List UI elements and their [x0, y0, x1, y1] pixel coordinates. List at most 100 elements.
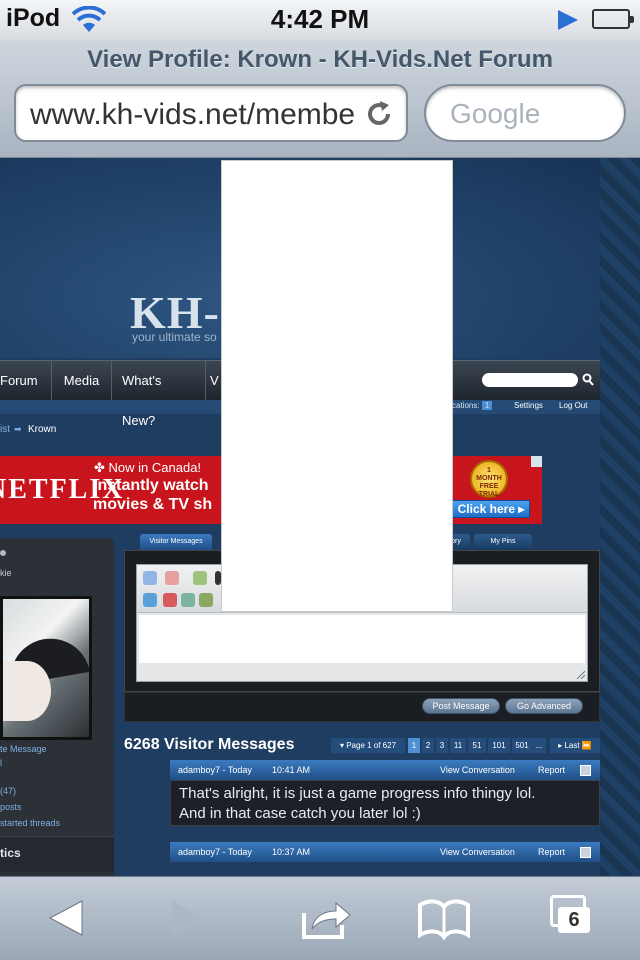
reload-icon[interactable] — [364, 99, 394, 129]
nav-whats-new[interactable]: What's New? — [112, 361, 206, 428]
online-status-icon — [0, 550, 6, 556]
image-icon[interactable] — [181, 593, 195, 607]
send-message-link[interactable]: te Message — [0, 744, 47, 754]
bookmarks-icon[interactable] — [416, 893, 472, 943]
ad-canada-text: ✤ Now in Canada! — [94, 460, 201, 476]
pager-page[interactable]: 101 — [488, 738, 510, 753]
statistics-header[interactable]: tics — [0, 836, 114, 872]
tab-my-pins[interactable]: My Pins — [474, 534, 532, 550]
maple-leaf-icon: ✤ — [94, 460, 105, 475]
ad-cta-label: Click here — [457, 502, 515, 516]
message-textarea[interactable] — [139, 615, 585, 663]
breadcrumb-current: Krown — [28, 424, 57, 435]
locations-badge: 1 — [481, 401, 493, 410]
post-count-link[interactable]: (47) — [0, 786, 16, 796]
find-threads-link[interactable]: started threads — [0, 818, 60, 828]
visitor-messages-title: 6268 Visitor Messages — [124, 736, 295, 753]
search-field[interactable]: Google — [424, 84, 626, 142]
clock: 4:42 PM — [270, 4, 370, 34]
font-size-icon[interactable] — [165, 571, 179, 585]
report-link[interactable]: Report — [538, 760, 565, 780]
pager-last-label: Last — [564, 741, 580, 750]
go-advanced-button[interactable]: Go Advanced — [505, 698, 583, 714]
logout-link[interactable]: Log Out — [559, 401, 587, 410]
background-pattern — [600, 158, 640, 876]
message-checkbox[interactable] — [580, 765, 591, 776]
message-header: adamboy7 - Today 10:37 AM View Conversat… — [170, 842, 600, 862]
battery-icon — [592, 9, 634, 29]
trial-line: FREE — [479, 483, 499, 490]
post-message-button[interactable]: Post Message — [422, 698, 500, 714]
pager-page[interactable]: 51 — [468, 738, 486, 753]
tabs-button[interactable]: 6 — [548, 893, 604, 943]
nav-media[interactable]: Media — [52, 361, 112, 401]
free-trial-badge: 1 MONTH FREE TRIAL — [470, 460, 508, 498]
color-icon[interactable] — [193, 571, 207, 585]
ad-canada-label: Now in Canada! — [108, 460, 202, 475]
message-text-line: And in that case catch you later lol :) — [179, 805, 421, 822]
pager-last[interactable]: ▸ Last ⏩ — [550, 738, 600, 753]
locations-label: cations: — [452, 401, 480, 410]
pager-page[interactable]: 11 — [450, 738, 466, 753]
search-placeholder: Google — [450, 98, 541, 129]
safari-toolbar: 6 — [0, 876, 640, 960]
web-content: KH- your ultimate so Forum Media What's … — [0, 158, 640, 876]
pager-page[interactable]: 3 — [436, 738, 448, 753]
settings-link[interactable]: Settings — [514, 401, 543, 410]
message-author[interactable]: adamboy7 - Today — [178, 760, 252, 780]
trial-line: TRIAL — [478, 491, 500, 498]
status-bar: iPod 4:42 PM — [0, 0, 640, 40]
message-checkbox[interactable] — [580, 847, 591, 858]
search-icon[interactable] — [582, 373, 594, 387]
nav-forum[interactable]: Forum — [0, 361, 52, 401]
locations-menu[interactable]: cations: 1 — [452, 401, 493, 410]
message-body: That's alright, it is just a game progre… — [170, 780, 600, 826]
adchoices-icon[interactable] — [531, 456, 542, 467]
resize-handle-icon[interactable] — [575, 669, 585, 679]
pager-label[interactable]: ▾ Page 1 of 627 — [331, 738, 405, 753]
statistics-title: tics — [0, 846, 21, 860]
forward-icon[interactable] — [160, 893, 216, 943]
user-rank: kie — [0, 568, 12, 578]
profile-sidebar: kie te Message l (47) posts started thre… — [0, 538, 114, 876]
page-title: View Profile: Krown - KH-Vids.Net Forum — [87, 46, 553, 73]
ad-line1: Instantly watch — [93, 477, 209, 494]
link-icon[interactable] — [143, 593, 157, 607]
url-text: www.kh-vids.net/membe — [30, 98, 356, 131]
pager-page-of: Page 1 of 627 — [346, 741, 397, 750]
site-tagline: your ultimate so — [132, 330, 217, 344]
unlink-icon[interactable] — [163, 593, 177, 607]
message-author[interactable]: adamboy7 - Today — [178, 842, 252, 862]
nav-search-input[interactable] — [482, 373, 578, 387]
font-icon[interactable] — [143, 571, 157, 585]
ad-click-here-button[interactable]: Click here ▸ — [452, 500, 530, 518]
view-conversation-link[interactable]: View Conversation — [440, 760, 515, 780]
breadcrumb-arrow-icon: ➡ — [14, 424, 22, 434]
trial-line: 1 — [487, 467, 491, 474]
video-icon[interactable] — [199, 593, 213, 607]
url-field[interactable]: www.kh-vids.net/membe — [14, 84, 408, 142]
view-conversation-link[interactable]: View Conversation — [440, 842, 515, 862]
popup-overlay — [221, 160, 453, 612]
breadcrumb-parent[interactable]: ist — [0, 424, 10, 435]
ad-line2: movies & TV sh — [93, 496, 213, 513]
share-icon[interactable] — [298, 893, 354, 943]
pager-page[interactable]: 2 — [422, 738, 434, 753]
back-icon[interactable] — [38, 893, 94, 943]
trial-line: MONTH — [476, 475, 502, 482]
report-link[interactable]: Report — [538, 842, 565, 862]
pager-page[interactable]: 501 — [512, 738, 532, 753]
sidebar-link-blank[interactable]: l — [0, 758, 2, 768]
tab-count: 6 — [558, 907, 590, 933]
message-header: adamboy7 - Today 10:41 AM View Conversat… — [170, 760, 600, 780]
avatar — [0, 596, 92, 740]
find-posts-link[interactable]: posts — [0, 802, 22, 812]
pager-page[interactable]: 1 — [408, 738, 420, 753]
play-icon — [558, 10, 578, 30]
message-text-line: That's alright, it is just a game progre… — [179, 785, 536, 802]
message-time: 10:41 AM — [272, 765, 311, 775]
pager-ellipsis: ... — [532, 738, 546, 753]
message-time: 10:37 AM — [272, 847, 311, 857]
safari-address-bar: View Profile: Krown - KH-Vids.Net Forum … — [0, 40, 640, 158]
tab-visitor-messages[interactable]: Visitor Messages — [140, 534, 212, 550]
